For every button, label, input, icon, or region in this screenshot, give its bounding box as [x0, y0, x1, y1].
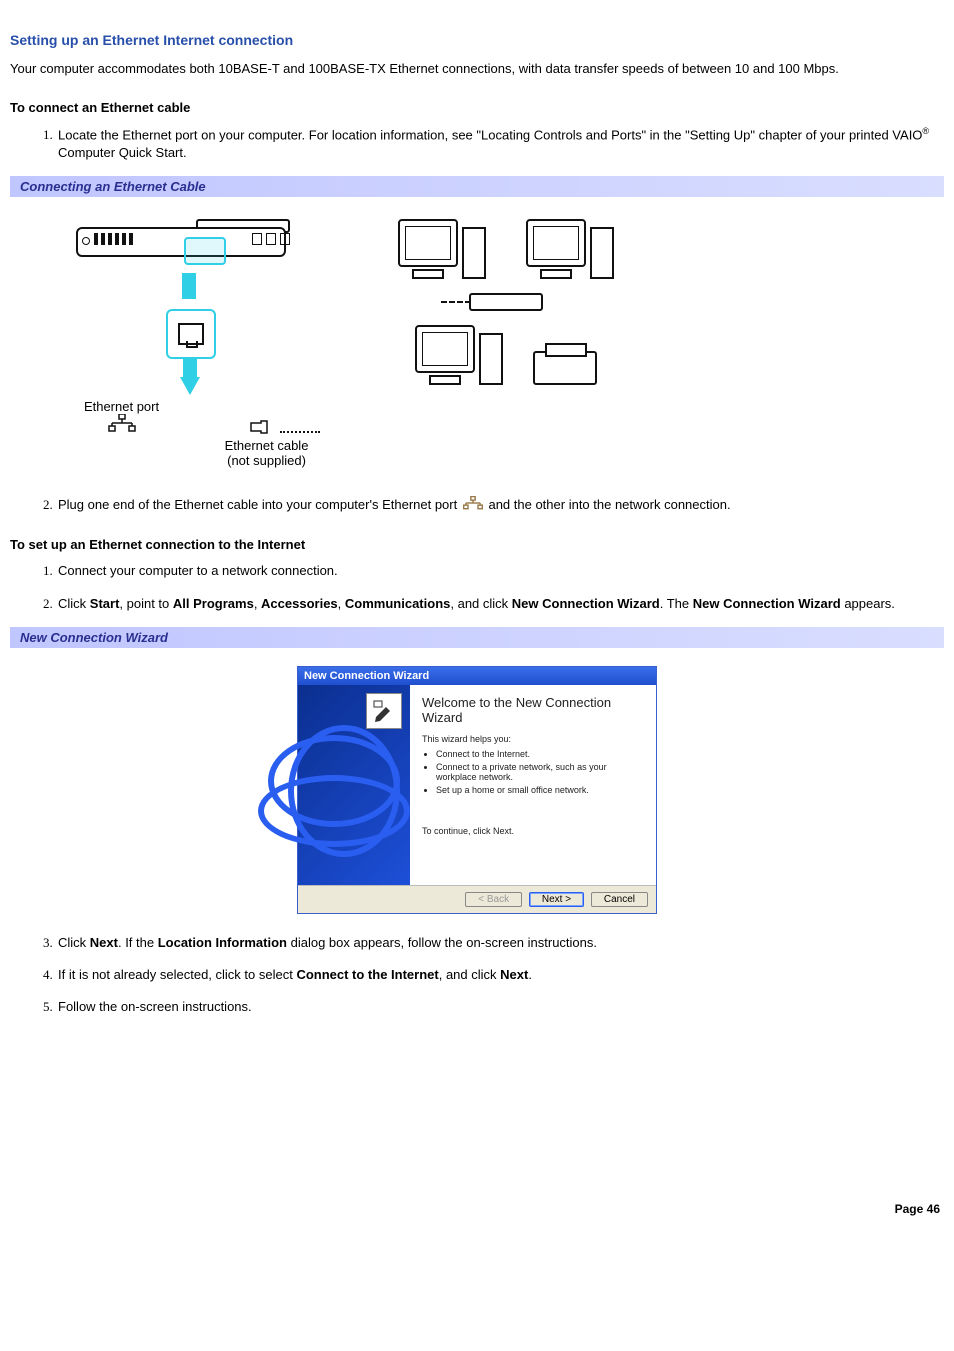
text: , [338, 596, 345, 611]
section1-title: To connect an Ethernet cable [10, 100, 944, 115]
wizard-continue-text: To continue, click Next. [422, 825, 644, 837]
bold-next: Next [90, 935, 118, 950]
wizard-next-button[interactable]: Next > [529, 892, 584, 907]
wizard-icon [366, 693, 402, 729]
section2-step4: If it is not already selected, click to … [56, 966, 944, 984]
text: . [528, 967, 532, 982]
text: and the other into the network connectio… [488, 497, 730, 512]
section2-step5: Follow the on-screen instructions. [56, 998, 944, 1016]
arrow-up-icon [180, 377, 200, 395]
text: If it is not already selected, click to … [58, 967, 296, 982]
wizard-heading: Welcome to the New Connection Wizard [422, 695, 644, 725]
bold-next-2: Next [500, 967, 528, 982]
text: appears. [841, 596, 895, 611]
text: Ethernet cable [225, 438, 309, 453]
wizard-screenshot: New Connection Wizard Welcome to the New… [297, 666, 657, 914]
figure-ethernet-cable: Ethernet port Ethernet cable (not suppli… [66, 219, 944, 468]
section2-list: Connect your computer to a network conne… [10, 562, 944, 612]
callout-connecting-cable: Connecting an Ethernet Cable [10, 176, 944, 197]
text: Plug one end of the Ethernet cable into … [58, 497, 461, 512]
section2-step1: Connect your computer to a network conne… [56, 562, 944, 580]
desktop-pc-icon [526, 219, 614, 279]
bold-new-connection-wizard-2: New Connection Wizard [693, 596, 841, 611]
wizard-banner [298, 685, 410, 885]
wizard-back-button: < Back [465, 892, 522, 907]
section2-step3: Click Next. If the Location Information … [56, 934, 944, 952]
section1-list-cont: Plug one end of the Ethernet cable into … [10, 496, 944, 515]
text: Ethernet port [84, 399, 159, 414]
section2-title: To set up an Ethernet connection to the … [10, 537, 944, 552]
bold-accessories: Accessories [261, 596, 338, 611]
wizard-helps-text: This wizard helps you: [422, 733, 644, 745]
text: , point to [119, 596, 172, 611]
wizard-bullets: Connect to the Internet. Connect to a pr… [422, 749, 644, 795]
desktop-pc-icon [415, 325, 503, 385]
bold-all-programs: All Programs [173, 596, 254, 611]
network-icon [463, 496, 483, 515]
cable-plug-icon [249, 419, 273, 438]
bold-location-information: Location Information [158, 935, 287, 950]
section1-list: Locate the Ethernet port on your compute… [10, 125, 944, 163]
bold-new-connection-wizard: New Connection Wizard [512, 596, 660, 611]
laptop-diagram: Ethernet port Ethernet cable (not suppli… [66, 219, 326, 468]
text: , and click [439, 967, 500, 982]
ethernet-port-highlight [184, 237, 226, 265]
desktop-pc-icon [398, 219, 486, 279]
section1-step1: Locate the Ethernet port on your compute… [56, 125, 944, 163]
text: Click [58, 935, 90, 950]
wizard-bullet-3: Set up a home or small office network. [436, 785, 644, 795]
wizard-bullet-2: Connect to a private network, such as yo… [436, 762, 644, 782]
text: , [254, 596, 261, 611]
callout-new-connection-wizard: New Connection Wizard [10, 627, 944, 648]
label-ethernet-cable: Ethernet cable (not supplied) [207, 419, 326, 468]
network-hub-icon [469, 293, 543, 311]
page-number: Page 46 [10, 1196, 944, 1222]
page-title: Setting up an Ethernet Internet connecti… [10, 32, 944, 48]
intro-paragraph: Your computer accommodates both 10BASE-T… [10, 60, 944, 78]
section2-list-cont: Click Next. If the Location Information … [10, 934, 944, 1017]
text: Click [58, 596, 90, 611]
text: Computer Quick Start. [58, 145, 187, 160]
section1-step2: Plug one end of the Ethernet cable into … [56, 496, 944, 515]
network-icon [108, 414, 136, 432]
bold-connect-to-internet: Connect to the Internet [296, 967, 438, 982]
wizard-bullet-1: Connect to the Internet. [436, 749, 644, 759]
printer-icon [533, 351, 597, 385]
text: , and click [450, 596, 511, 611]
ethernet-port-magnified [166, 309, 216, 359]
registered-mark: ® [922, 126, 929, 136]
text: dialog box appears, follow the on-screen… [287, 935, 597, 950]
network-diagram [386, 219, 626, 385]
wizard-titlebar: New Connection Wizard [298, 667, 656, 685]
text: Locate the Ethernet port on your compute… [58, 127, 922, 142]
wizard-cancel-button[interactable]: Cancel [591, 892, 648, 907]
section2-step2: Click Start, point to All Programs, Acce… [56, 595, 944, 613]
label-ethernet-port: Ethernet port [66, 399, 177, 468]
bold-communications: Communications [345, 596, 450, 611]
text: . If the [118, 935, 158, 950]
bold-start: Start [90, 596, 120, 611]
text: (not supplied) [227, 453, 306, 468]
text: . The [660, 596, 693, 611]
